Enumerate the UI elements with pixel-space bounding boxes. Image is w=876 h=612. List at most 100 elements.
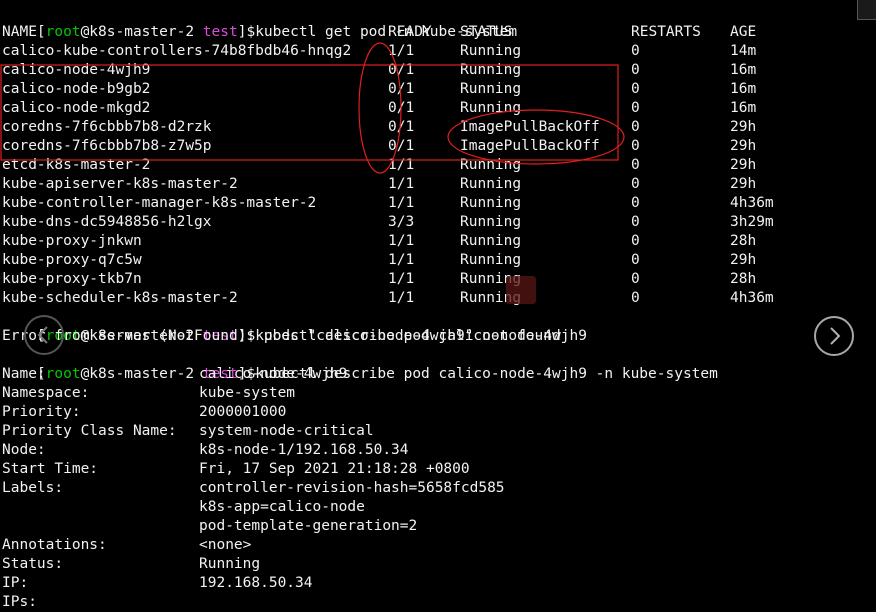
cell-name: coredns-7f6cbbb7b8-z7w5p [2,138,212,154]
cell-status: Running [460,214,522,230]
cell-restarts: 0 [631,252,640,268]
cell-status: Running [460,271,522,287]
cell-status: Running [460,81,522,97]
cell-name: calico-node-mkgd2 [2,100,151,116]
describe-key: Annotations: [2,537,107,553]
cell-age: 29h [730,176,757,192]
describe-key: Status: [2,556,64,572]
cell-ready: 1/1 [388,252,415,268]
describe-row: Annotations: <none> [2,536,872,555]
header-restarts: RESTARTS [631,24,701,40]
describe-key: Labels: [2,480,64,496]
describe-value: controller-revision-hash=5658fcd585 [199,480,505,496]
cell-age: 4h36m [730,195,774,211]
cell-ready: 1/1 [388,43,415,59]
cell-name: etcd-k8s-master-2 [2,157,151,173]
describe-row: Priority Class Name: system-node-critical [2,422,872,441]
cell-ready: 0/1 [388,62,415,78]
cell-restarts: 0 [631,81,640,97]
describe-key: IPs: [2,594,37,610]
table-row: etcd-k8s-master-2 1/1 Running 0 29h [2,156,872,175]
cell-restarts: 0 [631,195,640,211]
cell-ready: 1/1 [388,290,415,306]
cell-status: Running [460,233,522,249]
table-row: calico-node-mkgd2 0/1 Running 0 16m [2,99,872,118]
cell-age: 29h [730,138,757,154]
describe-row: Node: k8s-node-1/192.168.50.34 [2,441,872,460]
cell-age: 29h [730,119,757,135]
describe-value: 192.168.50.34 [199,575,313,591]
cell-status: Running [460,290,522,306]
cell-age: 3h29m [730,214,774,230]
cell-name: kube-scheduler-k8s-master-2 [2,290,238,306]
cell-age: 16m [730,62,757,78]
cell-restarts: 0 [631,43,640,59]
cell-age: 28h [730,271,757,287]
cell-age: 4h36m [730,290,774,306]
cell-status: Running [460,100,522,116]
cell-restarts: 0 [631,157,640,173]
describe-value: k8s-node-1/192.168.50.34 [199,442,409,458]
cell-restarts: 0 [631,214,640,230]
table-row: calico-kube-controllers-74b8fbdb46-hnqg2… [2,42,872,61]
table-row: calico-node-4wjh9 0/1 Running 0 16m [2,61,872,80]
describe-row: Name: calico-node-4wjh9 [2,365,872,384]
table-row: kube-apiserver-k8s-master-2 1/1 Running 0 29… [2,175,872,194]
cell-age: 16m [730,81,757,97]
cell-age: 14m [730,43,757,59]
table-row: kube-proxy-tkb7n 1/1 Running 0 28h [2,270,872,289]
cell-status: Running [460,157,522,173]
cell-status: Running [460,252,522,268]
error-line: Error from server (NotFound): pods "cali… [2,328,561,344]
cell-age: 29h [730,157,757,173]
describe-key: Name: [2,366,46,382]
cell-age: 16m [730,100,757,116]
prev-slide-button[interactable] [24,315,64,355]
next-slide-button[interactable] [814,316,854,356]
describe-value: <none> [199,537,252,553]
cell-ready: 0/1 [388,81,415,97]
header-ready: READY [388,24,432,40]
header-age: AGE [730,24,757,40]
describe-value: k8s-app=calico-node [199,499,365,515]
table-row: kube-scheduler-k8s-master-2 1/1 Running 0 4h… [2,289,872,308]
table-row: kube-dns-dc5948856-h2lgx 3/3 Running 0 3h29m [2,213,872,232]
cell-name: calico-node-b9gb2 [2,81,151,97]
describe-value: kube-system [199,385,296,401]
describe-row: Labels: controller-revision-hash=5658fcd5… [2,479,872,498]
table-row: kube-proxy-q7c5w 1/1 Running 0 29h [2,251,872,270]
table-row: coredns-7f6cbbb7b8-d2rzk 0/1 ImagePullBack… [2,118,872,137]
describe-row: k8s-app=calico-node [2,498,872,517]
cell-ready: 1/1 [388,176,415,192]
describe-row: Priority: 2000001000 [2,403,872,422]
describe-row: Start Time: Fri, 17 Sep 2021 21:18:28 +08… [2,460,872,479]
table-row: kube-controller-manager-k8s-master-2 1/1 R… [2,194,872,213]
describe-value: calico-node-4wjh9 [199,366,348,382]
describe-value: system-node-critical [199,423,374,439]
header-name: NAME [2,24,37,40]
cell-name: kube-proxy-jnkwn [2,233,142,249]
cell-restarts: 0 [631,62,640,78]
prompt-line-3: [root@k8s-master-2 test]$kubectl describ… [2,346,718,382]
cell-ready: 3/3 [388,214,415,230]
cell-name: kube-proxy-tkb7n [2,271,142,287]
table-header: NAME READY STATUS RESTARTS AGE [2,23,872,42]
cell-restarts: 0 [631,290,640,306]
describe-value: Fri, 17 Sep 2021 21:18:28 +0800 [199,461,470,477]
cell-name: calico-kube-controllers-74b8fbdb46-hnqg2 [2,43,352,59]
terminal-window[interactable]: [root@k8s-master-2 test]$kubectl get pod… [0,0,876,610]
describe-row: IPs: [2,593,872,612]
chevron-left-icon [37,326,48,344]
cell-name: coredns-7f6cbbb7b8-d2rzk [2,119,212,135]
cell-age: 29h [730,252,757,268]
cell-ready: 1/1 [388,157,415,173]
describe-key: Priority Class Name: [2,423,177,439]
cell-age: 28h [730,233,757,249]
cell-ready: 1/1 [388,233,415,249]
cell-ready: 0/1 [388,138,415,154]
cell-name: kube-proxy-q7c5w [2,252,142,268]
chevron-right-icon [830,327,841,345]
describe-row: Namespace: kube-system [2,384,872,403]
cell-name: calico-node-4wjh9 [2,62,151,78]
describe-key: Priority: [2,404,81,420]
